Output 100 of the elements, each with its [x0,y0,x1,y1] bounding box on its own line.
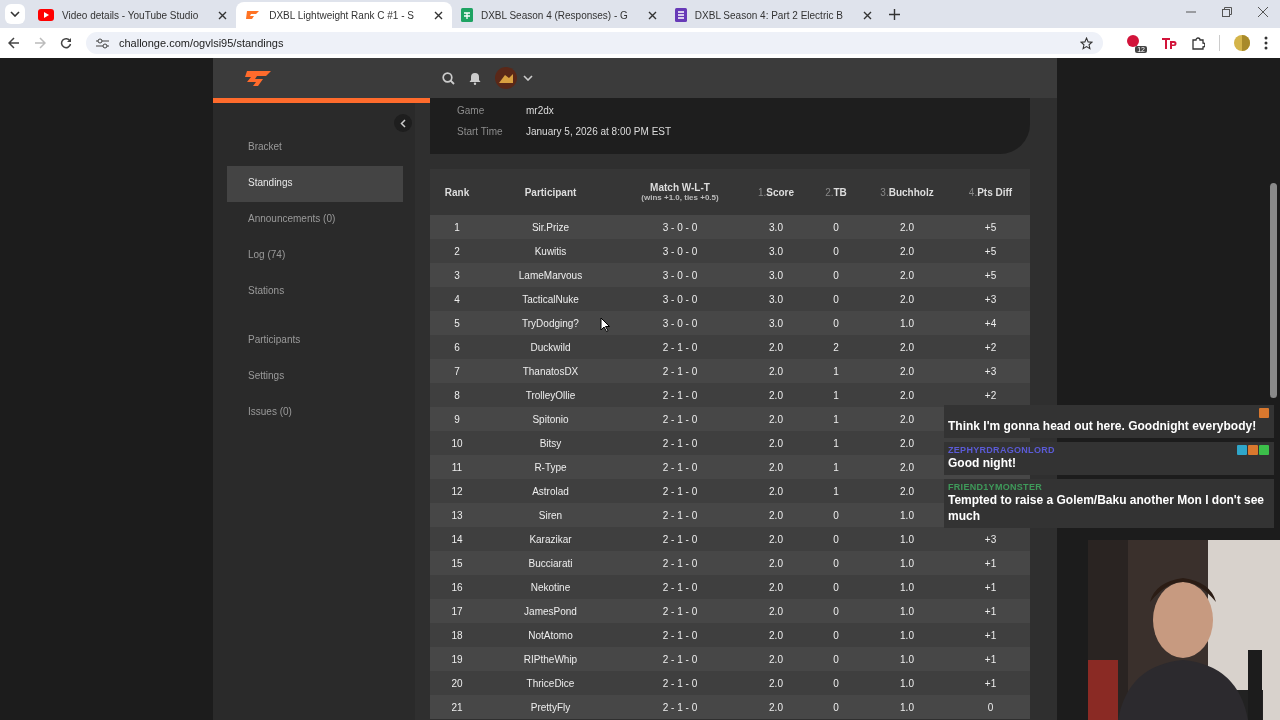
column-header[interactable]: 4.Pts Diff [951,186,1030,198]
search-icon[interactable] [442,71,455,85]
chat-text: Tempted to raise a Golem/Baku another Mon I don't see much [948,492,1266,524]
table-cell: 2 - 1 - 0 [662,413,698,425]
table-cell: Karazikar [529,533,572,545]
table-cell: 2.0 [769,533,783,545]
column-header[interactable]: 3.Buchholz [863,186,951,198]
table-cell: 3.0 [769,245,783,257]
table-cell: Kuwitis [534,245,567,257]
sidebar-item[interactable]: Issues (0) [227,395,403,431]
collapse-button[interactable] [394,114,412,132]
table-cell: +1 [984,581,997,593]
table-cell: TacticalNuke [522,293,579,305]
table-cell: 10 [451,437,463,449]
table-cell: Nekotine [530,581,571,593]
column-header[interactable]: Participant [484,186,617,198]
column-header[interactable]: Match W-L-T (wins +1.0, ties +0.5) [617,182,743,202]
table-cell: ThriceDice [526,677,575,689]
table-cell: 11 [451,461,463,473]
table-cell: 0 [833,245,839,257]
spreadsheet-icon [460,8,473,22]
close-icon[interactable] [433,10,443,20]
menu-icon[interactable] [1264,36,1268,50]
table-cell: 3.0 [769,221,783,233]
browser-tab[interactable]: DXBL Season 4: Part 2 Electric B [665,2,881,28]
tab-search-button[interactable] [5,4,25,24]
restore-icon[interactable] [1222,7,1232,17]
table-cell: 0 [833,605,839,617]
table-cell: 12 [451,485,463,497]
browser-tab[interactable]: Video details - YouTube Studio [29,2,237,28]
table-cell: 2.0 [769,485,783,497]
table-cell: 0 [833,581,839,593]
table-cell: 2 - 1 - 0 [662,557,698,569]
table-cell: 3 - 0 - 0 [662,269,698,281]
table-cell: 2 - 1 - 0 [662,581,698,593]
table-cell: 20 [451,677,463,689]
chat-text: Think I'm gonna head out here. Goodnight everybody! [948,418,1258,434]
sidebar-item[interactable]: Settings [227,359,403,395]
table-cell: 2.0 [769,605,783,617]
table-cell: 0 [833,509,839,521]
table-cell: 2.0 [769,629,783,641]
table-cell: 0 [833,221,839,233]
column-header[interactable]: 1.Score [743,186,809,198]
site-settings-icon[interactable] [96,37,109,49]
sidebar-item[interactable]: Stations [227,274,403,310]
table-cell: +2 [984,389,997,401]
address-bar[interactable]: challonge.com/ogvlsi95/standings [86,32,1103,54]
table-cell: 2 [454,245,460,257]
table-cell: 2.0 [900,293,914,305]
browser-tab[interactable]: DXBL Lightweight Rank C #1 - S [236,2,452,28]
table-cell: 2 [833,341,839,353]
chat-text: Good night! [948,455,1017,471]
table-cell: Siren [538,509,563,521]
table-cell: 1.0 [900,677,914,689]
user-avatar[interactable] [495,67,517,89]
table-cell: 2.0 [769,437,783,449]
sidebar-item[interactable]: Bracket [227,130,403,166]
close-icon[interactable] [647,10,657,20]
chat-username: FRIEND1YMONSTER [948,482,1042,492]
profile-avatar[interactable] [1234,35,1250,51]
close-icon[interactable] [1258,7,1268,17]
bell-icon[interactable] [469,71,481,85]
sidebar-item[interactable]: Log (74) [227,238,403,274]
extension-icon[interactable] [1125,33,1141,48]
table-cell: +1 [984,677,997,689]
table-cell: 2.0 [900,245,914,257]
table-cell: 3 [454,269,460,281]
caret-icon[interactable] [523,75,533,81]
reload-icon[interactable] [60,37,72,49]
close-icon[interactable] [218,10,228,20]
table-cell: 1 [454,221,460,233]
sidebar-item[interactable]: Standings [227,166,403,202]
video-icon [38,9,54,21]
table-cell: 0 [833,653,839,665]
site-logo[interactable] [243,68,273,88]
table-cell: Spitonio [532,413,569,425]
table-cell: 2.0 [769,365,783,377]
back-icon[interactable] [8,37,20,49]
table-cell: +3 [984,533,997,545]
scrollbar-thumb[interactable] [1270,183,1277,398]
table-cell: 2.0 [769,413,783,425]
table-cell: 3.0 [769,269,783,281]
detail-value: mr2dx [526,105,554,116]
table-cell: 1 [833,413,839,425]
table-cell: 2.0 [900,437,914,449]
table-cell: 2.0 [900,389,914,401]
column-header[interactable]: Rank [430,186,484,198]
star-icon[interactable] [1080,36,1093,50]
sidebar-item[interactable]: Announcements (0) [227,202,403,238]
column-header[interactable]: 2.TB [809,186,863,198]
table-cell: 2.0 [769,461,783,473]
puzzle-icon[interactable] [1191,36,1205,50]
browser-tab[interactable]: DXBL Season 4 (Responses) - G [451,2,666,28]
table-cell: 2 - 1 - 0 [662,461,698,473]
tab-title: DXBL Lightweight Rank C #1 - S [269,9,415,21]
new-tab-icon[interactable] [888,9,900,20]
sidebar-item[interactable]: Participants [227,323,403,359]
close-icon[interactable] [862,10,872,20]
extension-icon[interactable] [1161,36,1177,50]
table-cell: 1.0 [900,581,914,593]
